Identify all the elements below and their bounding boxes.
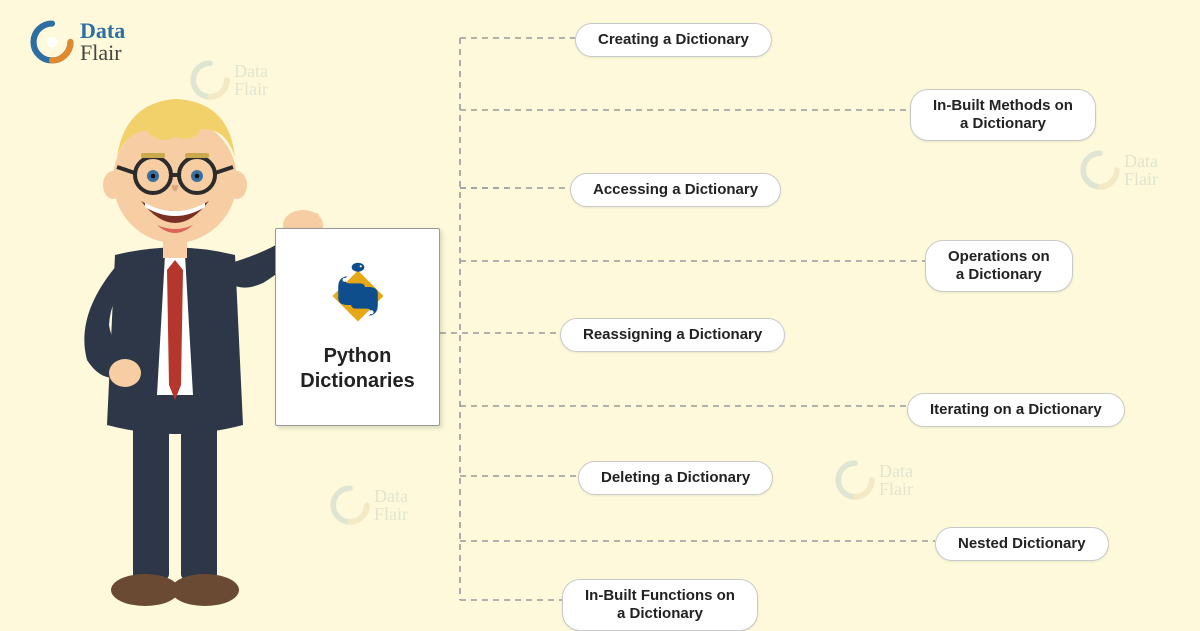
brand-word-flair: Flair	[80, 40, 122, 65]
card-title-line2: Dictionaries	[300, 370, 414, 392]
logo-swirl-icon	[30, 20, 74, 64]
watermark-logo: Data Flair	[1080, 150, 1158, 190]
watermark-logo: Data Flair	[835, 460, 913, 500]
logo-swirl-icon	[1080, 150, 1120, 190]
topic-pill: Nested Dictionary	[935, 527, 1109, 561]
watermark-logo: Data Flair	[330, 485, 408, 525]
topic-pill: Reassigning a Dictionary	[560, 318, 785, 352]
card-title-line1: Python	[324, 345, 392, 367]
topic-pill: Creating a Dictionary	[575, 23, 772, 57]
topic-pill: In-Built Functions on a Dictionary	[562, 579, 758, 631]
topic-pill: In-Built Methods on a Dictionary	[910, 89, 1096, 141]
card-title: Python Dictionaries	[300, 344, 414, 394]
logo-text: Data Flair	[80, 20, 125, 64]
logo-swirl-icon	[330, 485, 370, 525]
topic-card: Python Dictionaries	[275, 228, 440, 426]
watermark-logo: Data Flair	[190, 60, 268, 100]
topic-pill: Operations on a Dictionary	[925, 240, 1073, 292]
logo-swirl-icon	[835, 460, 875, 500]
topic-pill: Accessing a Dictionary	[570, 173, 781, 207]
logo-swirl-icon	[190, 60, 230, 100]
topic-pill: Deleting a Dictionary	[578, 461, 773, 495]
python-icon	[322, 260, 394, 332]
topic-pill: Iterating on a Dictionary	[907, 393, 1125, 427]
brand-logo: Data Flair	[30, 20, 125, 64]
